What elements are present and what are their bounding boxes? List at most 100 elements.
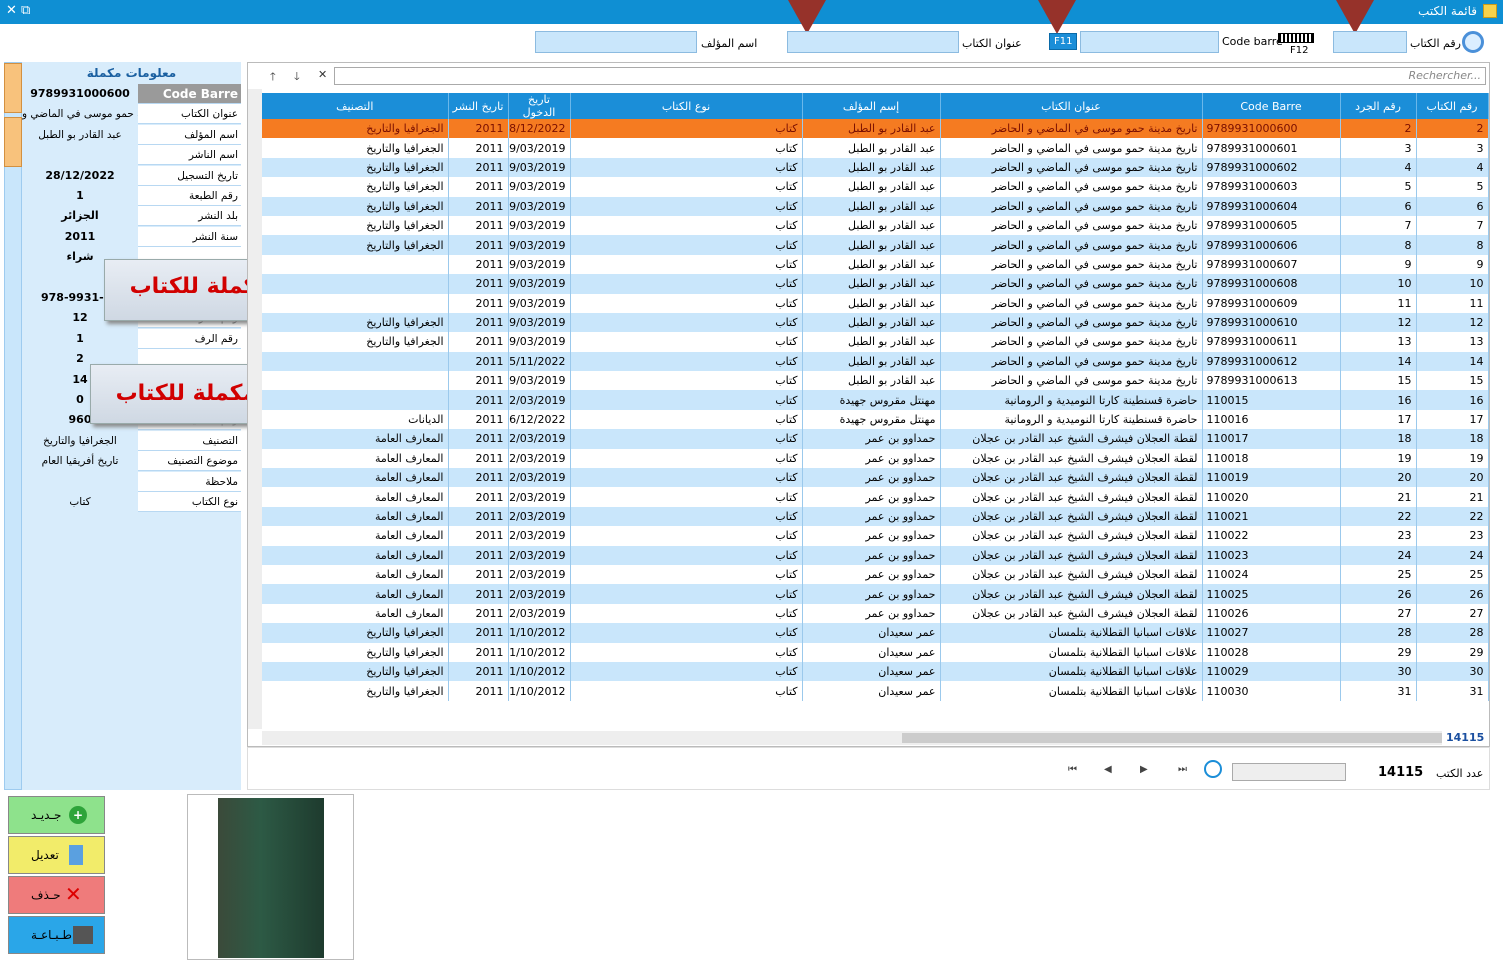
column-header[interactable]: رقم الجرد: [1340, 93, 1417, 119]
column-header[interactable]: تاريخ النشر: [448, 93, 509, 119]
table-row[interactable]: 26 26 110025 لقطة العجلان فيشرف الشيخ عبد ا…: [262, 584, 1489, 604]
author-input[interactable]: [535, 31, 697, 53]
table-cell: 17: [1416, 409, 1489, 430]
table-row[interactable]: 30 30 110029 علاقات اسبانيا القطلانية بتلمس…: [262, 661, 1489, 682]
table-cell: كتاب: [570, 332, 803, 352]
column-header[interactable]: تاريخ الدخول: [508, 93, 571, 119]
table-cell: 2011: [448, 681, 509, 701]
table-cell: عبد القادر بو الطبل: [802, 138, 941, 158]
side-tab-1[interactable]: [4, 63, 22, 113]
table-cell: 16: [1416, 390, 1489, 410]
table-row[interactable]: 5 5 9789931000603 تاريخ مدينة حمو موسى في ا…: [262, 177, 1489, 197]
table-row[interactable]: 29 29 110028 علاقات اسبانيا القطلانية بتلمس…: [262, 642, 1489, 662]
vertical-scrollbar[interactable]: [248, 89, 262, 729]
table-row[interactable]: 27 27 110026 لقطة العجلان فيشرف الشيخ عبد ا…: [262, 603, 1489, 624]
table-cell: 12/03/2019: [508, 603, 571, 624]
title-input[interactable]: [787, 31, 959, 53]
book-number-input[interactable]: [1333, 31, 1407, 53]
annotation-arrow: [1336, 0, 1374, 34]
table-cell: 9789931000610: [1202, 312, 1341, 333]
table-cell: كتاب: [570, 584, 803, 604]
refresh-icon[interactable]: [1204, 760, 1222, 778]
table-row[interactable]: 12 12 9789931000610 تاريخ مدينة حمو موسى في…: [262, 312, 1489, 333]
table-row[interactable]: 3 3 9789931000601 تاريخ مدينة حمو موسى في ا…: [262, 138, 1489, 158]
title-label: عنوان الكتاب: [962, 37, 1022, 50]
table-cell: 24: [1416, 545, 1489, 565]
grid-search-input[interactable]: Rechercher...: [334, 67, 1486, 85]
column-header[interactable]: Code Barre: [1202, 93, 1341, 119]
next-page-button[interactable]: ▶: [1140, 764, 1148, 775]
table-row[interactable]: 8 8 9789931000606 تاريخ مدينة حمو موسى في ا…: [262, 235, 1489, 255]
table-cell: 2011: [448, 390, 509, 410]
table-row[interactable]: 15 15 9789931000613 تاريخ مدينة حمو موسى في…: [262, 371, 1489, 391]
table-cell: 2011: [448, 312, 509, 333]
table-cell: 20: [1340, 468, 1417, 488]
clear-filter-button[interactable]: ✕: [318, 68, 327, 81]
horizontal-scrollbar[interactable]: [262, 731, 1442, 745]
table-cell: 30: [1340, 661, 1417, 682]
table-row[interactable]: 18 18 110017 لقطة العجلان فيشرف الشيخ عبد ا…: [262, 429, 1489, 449]
table-cell: 14: [1340, 351, 1417, 372]
f11-button[interactable]: F11: [1049, 33, 1078, 50]
panel-row: اسم الناشر: [22, 145, 241, 166]
table-cell: 12/03/2019: [508, 487, 571, 507]
sort-desc-button[interactable]: 🡓: [294, 68, 300, 87]
table-cell: 9789931000603: [1202, 177, 1341, 197]
prev-page-button[interactable]: ◀: [1104, 764, 1112, 775]
table-cell: الجغرافيا والتاريخ: [262, 235, 449, 255]
column-header[interactable]: إسم المؤلف: [802, 93, 941, 119]
table-cell: 9789931000608: [1202, 274, 1341, 294]
table-cell: 18: [1416, 429, 1489, 449]
table-row[interactable]: 21 21 110020 لقطة العجلان فيشرف الشيخ عبد ا…: [262, 487, 1489, 507]
panel-row: ملاحظة: [22, 471, 241, 492]
table-row[interactable]: 9 9 9789931000607 تاريخ مدينة حمو موسى في ا…: [262, 254, 1489, 275]
table-cell: 12: [1416, 312, 1489, 333]
column-header[interactable]: رقم الكتاب: [1416, 93, 1489, 119]
table-cell: 9789931000609: [1202, 293, 1341, 313]
page-select[interactable]: [1232, 763, 1346, 781]
table-row[interactable]: 24 24 110023 لقطة العجلان فيشرف الشيخ عبد ا…: [262, 545, 1489, 565]
sort-asc-button[interactable]: 🡑: [270, 68, 276, 87]
book-cover-frame: [187, 794, 354, 960]
last-page-button[interactable]: ⏭: [1178, 764, 1187, 775]
table-cell: تاريخ مدينة حمو موسى في الماضي و الحاضر: [940, 274, 1203, 294]
table-row[interactable]: 20 20 110019 لقطة العجلان فيشرف الشيخ عبد ا…: [262, 468, 1489, 488]
table-row[interactable]: 6 6 9789931000604 تاريخ مدينة حمو موسى في ا…: [262, 196, 1489, 216]
table-cell: عبد القادر بو الطبل: [802, 332, 941, 352]
table-row[interactable]: 19 19 110018 لقطة العجلان فيشرف الشيخ عبد ا…: [262, 448, 1489, 469]
table-cell: 15: [1416, 371, 1489, 391]
table-row[interactable]: 25 25 110024 لقطة العجلان فيشرف الشيخ عبد ا…: [262, 564, 1489, 585]
table-cell: 24: [1340, 545, 1417, 565]
table-row[interactable]: 16 16 110015 حاضرة قسنطينة كارتا النوميدية …: [262, 390, 1489, 410]
column-header[interactable]: نوع الكتاب: [570, 93, 803, 119]
table-row[interactable]: 4 4 9789931000602 تاريخ مدينة حمو موسى في ا…: [262, 157, 1489, 178]
edit-button[interactable]: تعديل: [8, 836, 105, 874]
column-header[interactable]: عنوان الكتاب: [940, 93, 1203, 119]
table-row[interactable]: 7 7 9789931000605 تاريخ مدينة حمو موسى في ا…: [262, 215, 1489, 236]
table-row[interactable]: 17 17 110016 حاضرة قسنطينة كارتا النوميدية …: [262, 409, 1489, 430]
table-cell: 21/10/2012: [508, 681, 571, 701]
barcode-input[interactable]: [1080, 31, 1219, 53]
delete-button[interactable]: ✕ حـذف: [8, 876, 105, 914]
table-row[interactable]: 13 13 9789931000611 تاريخ مدينة حمو موسى في…: [262, 332, 1489, 352]
table-row[interactable]: 10 10 9789931000608 تاريخ مدينة حمو موسى في…: [262, 274, 1489, 294]
first-page-button[interactable]: ⏮: [1068, 764, 1077, 775]
table-cell: الجغرافيا والتاريخ: [262, 681, 449, 701]
table-cell: 09/03/2019: [508, 196, 571, 216]
search-icon[interactable]: [1462, 31, 1484, 53]
table-row[interactable]: 11 11 9789931000609 تاريخ مدينة حمو موسى في…: [262, 293, 1489, 313]
table-cell: كتاب: [570, 157, 803, 178]
table-row[interactable]: 2 2 9789931000600 تاريخ مدينة حمو موسى في ا…: [262, 119, 1489, 139]
new-button[interactable]: + جـديـد: [8, 796, 105, 834]
print-button[interactable]: طـبـاعـة: [8, 916, 105, 954]
close-icon[interactable]: ✕ ⧉: [6, 3, 30, 18]
scroll-thumb[interactable]: [902, 733, 1442, 743]
table-row[interactable]: 14 14 9789931000612 تاريخ مدينة حمو موسى في…: [262, 351, 1489, 372]
table-row[interactable]: 22 22 110021 لقطة العجلان فيشرف الشيخ عبد ا…: [262, 506, 1489, 527]
table-cell: 2011: [448, 371, 509, 391]
table-row[interactable]: 31 31 110030 علاقات اسبانيا القطلانية بتلمس…: [262, 681, 1489, 701]
table-row[interactable]: 28 28 110027 علاقات اسبانيا القطلانية بتلمس…: [262, 623, 1489, 643]
column-header[interactable]: التصنيف: [262, 93, 449, 119]
side-tab-2[interactable]: [4, 117, 22, 167]
table-row[interactable]: 23 23 110022 لقطة العجلان فيشرف الشيخ عبد ا…: [262, 526, 1489, 546]
